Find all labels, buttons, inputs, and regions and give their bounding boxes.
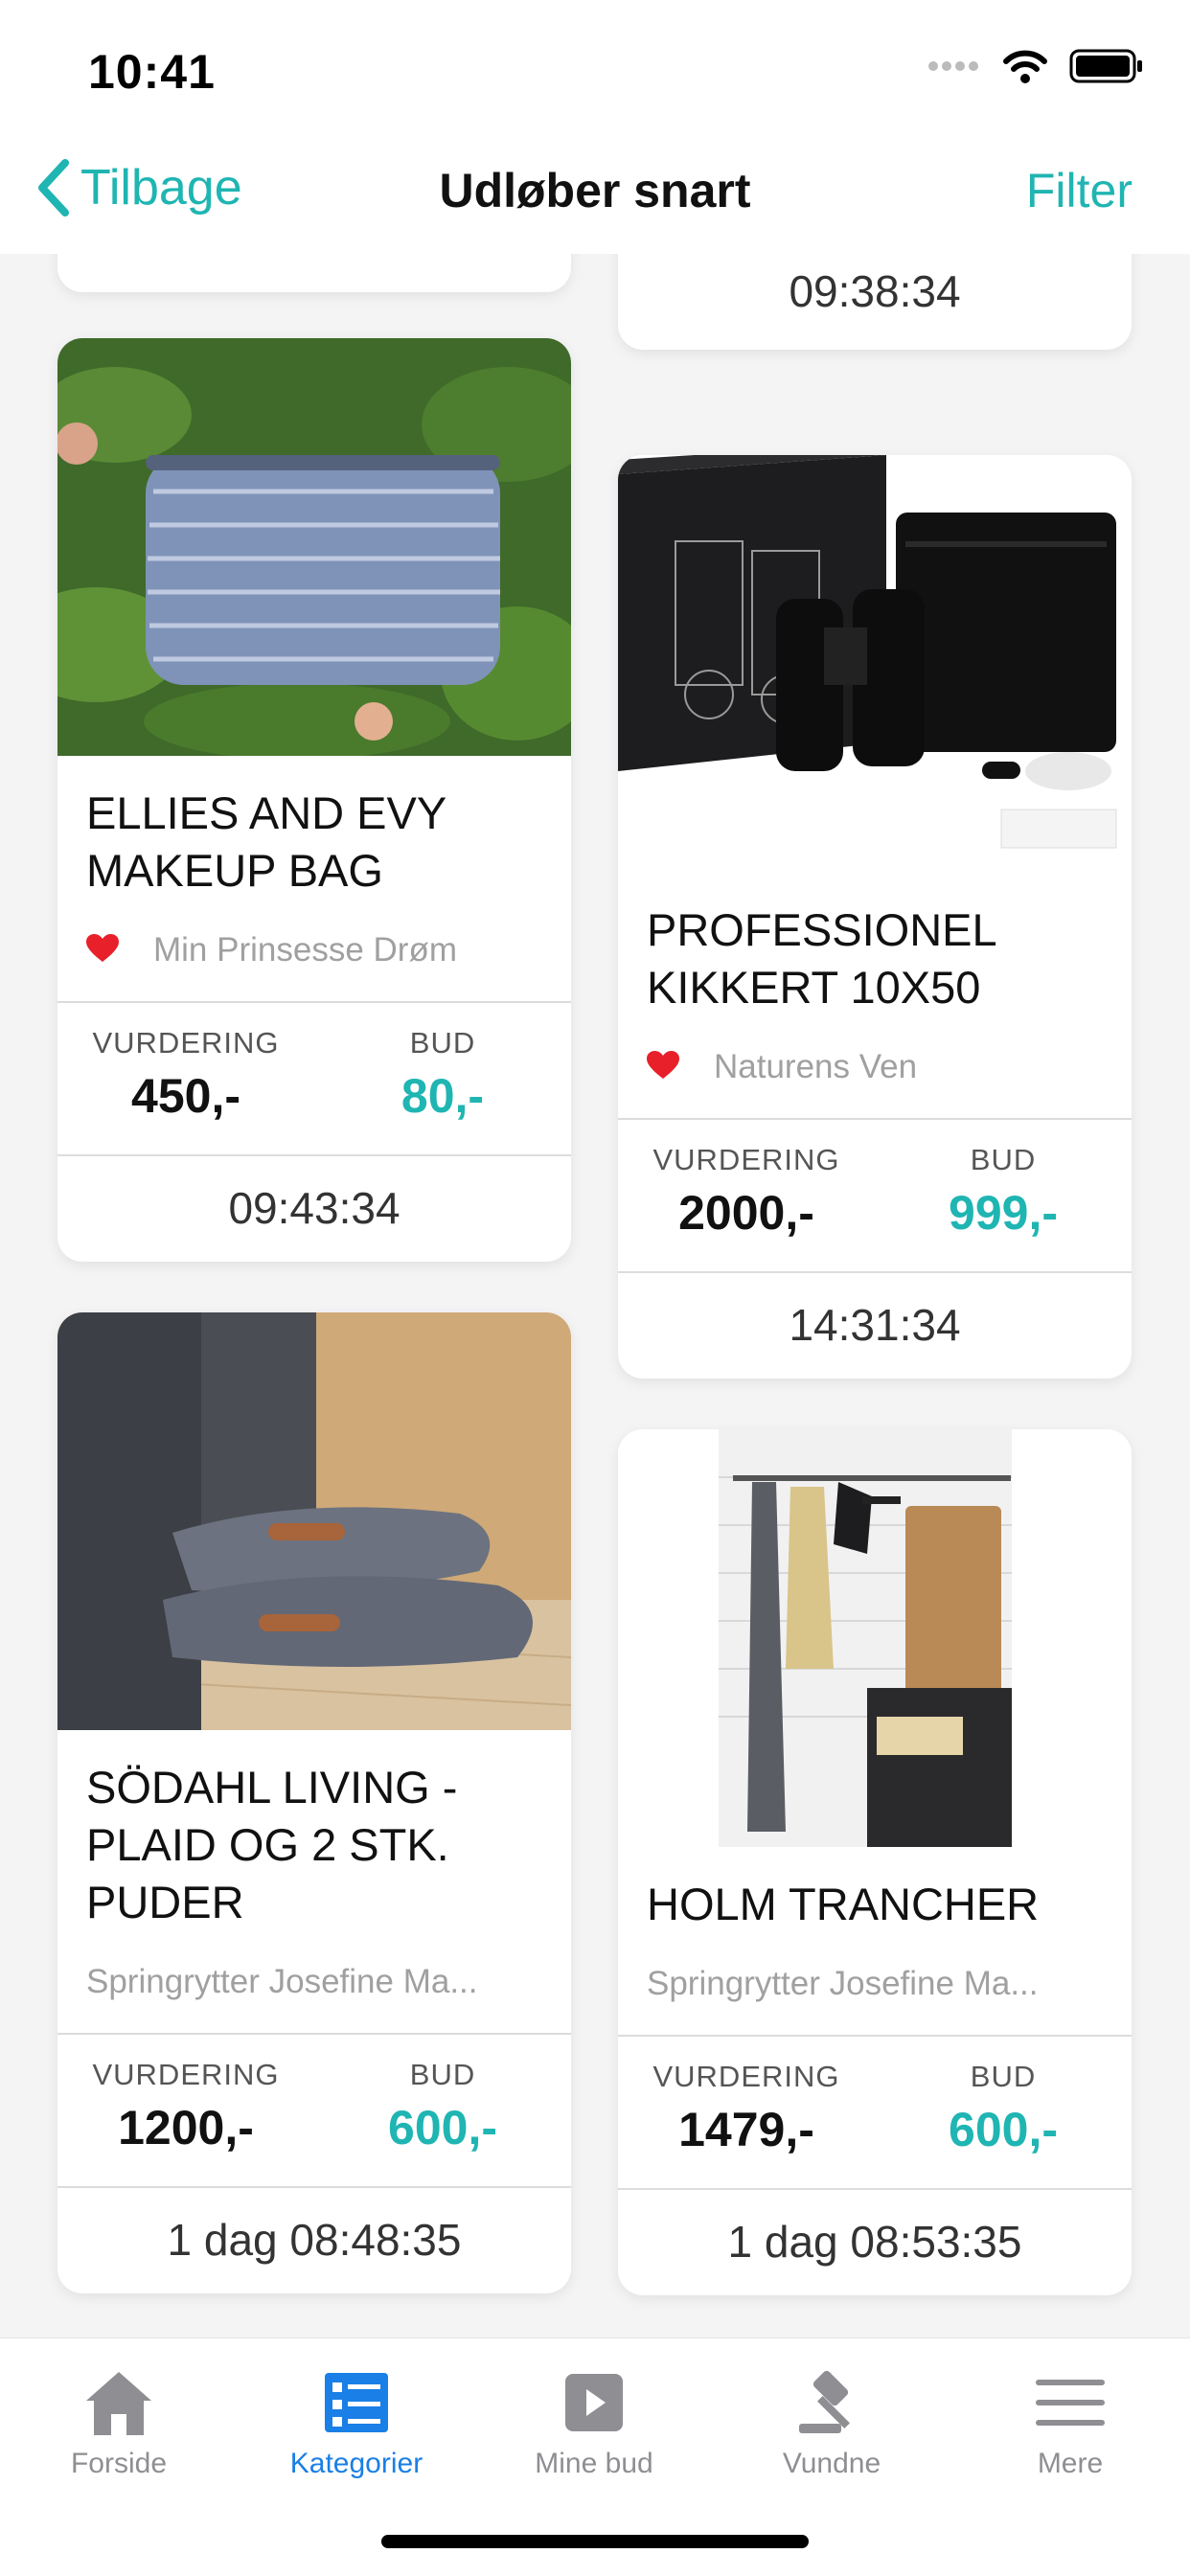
tab-vundne[interactable]: Vundne <box>713 2358 950 2480</box>
status-time: 10:41 <box>88 45 216 99</box>
seller-name: Springrytter Josefine Ma... <box>647 1965 1039 2002</box>
auction-timer: 09:43:34 <box>228 1183 400 1233</box>
heart-icon[interactable] <box>647 1050 714 1084</box>
menu-icon <box>1036 2380 1105 2426</box>
product-image <box>57 1312 571 1730</box>
product-image <box>618 455 1132 873</box>
auction-timer: 09:38:34 <box>789 266 961 316</box>
product-card[interactable]: SÖDAHL LIVING - PLAID OG 2 STK. PUDER Sp… <box>57 1312 571 2293</box>
kitchen-towels-photo <box>618 1429 1132 1847</box>
seller-name: Naturens Ven <box>714 1048 918 1085</box>
bid-value: 999,- <box>949 1186 1058 1240</box>
product-image <box>57 338 571 756</box>
seller-name: Min Prinsesse Drøm <box>153 931 457 969</box>
valuation-value: 450,- <box>131 1069 240 1123</box>
price-row: VURDERING 2000,- BUD 999,- <box>618 1120 1132 1271</box>
tab-kategorier[interactable]: Kategorier <box>238 2358 475 2480</box>
bid-value: 600,- <box>388 2101 497 2154</box>
product-title: SÖDAHL LIVING - PLAID OG 2 STK. PUDER <box>86 1762 458 1927</box>
bid-value: 80,- <box>400 1069 485 1123</box>
seller-row: Naturens Ven <box>618 1016 1132 1118</box>
seller-name: Springrytter Josefine Ma... <box>86 1963 478 2000</box>
auction-timer: 1 dag 08:48:35 <box>167 2215 462 2265</box>
status-icons <box>927 48 1144 84</box>
valuation-label: VURDERING <box>92 1026 280 1060</box>
product-grid[interactable]: 09:38:34 ELLIES AND EVY MAKEUP BAG Min P… <box>0 254 1190 2337</box>
seller-row: Springrytter Josefine Ma... <box>618 1933 1132 2035</box>
auction-timer: 14:31:34 <box>789 1300 961 1350</box>
filter-button[interactable]: Filter <box>1026 163 1133 218</box>
tab-forside[interactable]: Forside <box>0 2358 238 2480</box>
wifi-icon <box>1003 50 1047 83</box>
tab-label: Mere <box>1037 2448 1104 2479</box>
valuation-label: VURDERING <box>652 2060 840 2093</box>
bid-label: BUD <box>409 2058 476 2091</box>
pillows-photo <box>57 1312 571 1730</box>
seller-row: Springrytter Josefine Ma... <box>57 1931 571 2033</box>
navigation-bar: Tilbage Udløber snart Filter <box>0 134 1190 254</box>
product-card[interactable]: HOLM TRANCHER Springrytter Josefine Ma..… <box>618 1429 1132 2295</box>
bid-label: BUD <box>409 1026 476 1060</box>
product-card[interactable]: PROFESSIONEL KIKKERT 10X50 Naturens Ven … <box>618 455 1132 1379</box>
price-row: VURDERING 1479,- BUD 600,- <box>618 2037 1132 2188</box>
home-indicator <box>381 2535 809 2548</box>
product-card-partial[interactable]: 09:38:34 <box>618 254 1132 350</box>
list-icon <box>325 2373 388 2432</box>
auction-timer: 1 dag 08:53:35 <box>727 2217 1022 2267</box>
product-title: ELLIES AND EVY MAKEUP BAG <box>86 787 446 896</box>
page-title: Udløber snart <box>439 164 751 217</box>
makeup-bag-photo <box>57 338 571 756</box>
status-bar: 10:41 <box>0 0 1190 134</box>
signal-icon <box>928 61 978 71</box>
heart-icon[interactable] <box>86 933 153 968</box>
product-title: HOLM TRANCHER <box>647 1879 1040 1929</box>
bid-icon <box>565 2374 623 2431</box>
tab-label: Kategorier <box>289 2448 423 2479</box>
house-icon <box>86 2372 151 2435</box>
valuation-value: 1479,- <box>678 2103 814 2156</box>
battery-icon <box>1069 49 1142 83</box>
tab-mere[interactable]: Mere <box>950 2358 1190 2480</box>
product-image <box>618 1429 1132 1847</box>
tab-mine-bud[interactable]: Mine bud <box>475 2358 713 2480</box>
valuation-label: VURDERING <box>92 2058 280 2091</box>
valuation-value: 2000,- <box>678 1186 814 1240</box>
gavel-icon <box>799 2370 850 2433</box>
price-row: VURDERING 450,- BUD 80,- <box>57 1003 571 1154</box>
binoculars-photo <box>618 455 1132 873</box>
bid-value: 600,- <box>949 2103 1058 2156</box>
price-row: VURDERING 1200,- BUD 600,- <box>57 2035 571 2186</box>
product-card[interactable]: ELLIES AND EVY MAKEUP BAG Min Prinsesse … <box>57 338 571 1262</box>
bid-label: BUD <box>970 1143 1037 1176</box>
valuation-value: 1200,- <box>118 2101 254 2154</box>
valuation-label: VURDERING <box>652 1143 840 1176</box>
tab-label: Mine bud <box>535 2448 653 2479</box>
tab-label: Forside <box>70 2448 168 2479</box>
tab-label: Vundne <box>782 2448 881 2479</box>
seller-row: Min Prinsesse Drøm <box>57 900 571 1001</box>
product-card-partial[interactable] <box>57 254 571 292</box>
product-title: PROFESSIONEL KIKKERT 10X50 <box>647 904 995 1013</box>
bid-label: BUD <box>970 2060 1037 2093</box>
